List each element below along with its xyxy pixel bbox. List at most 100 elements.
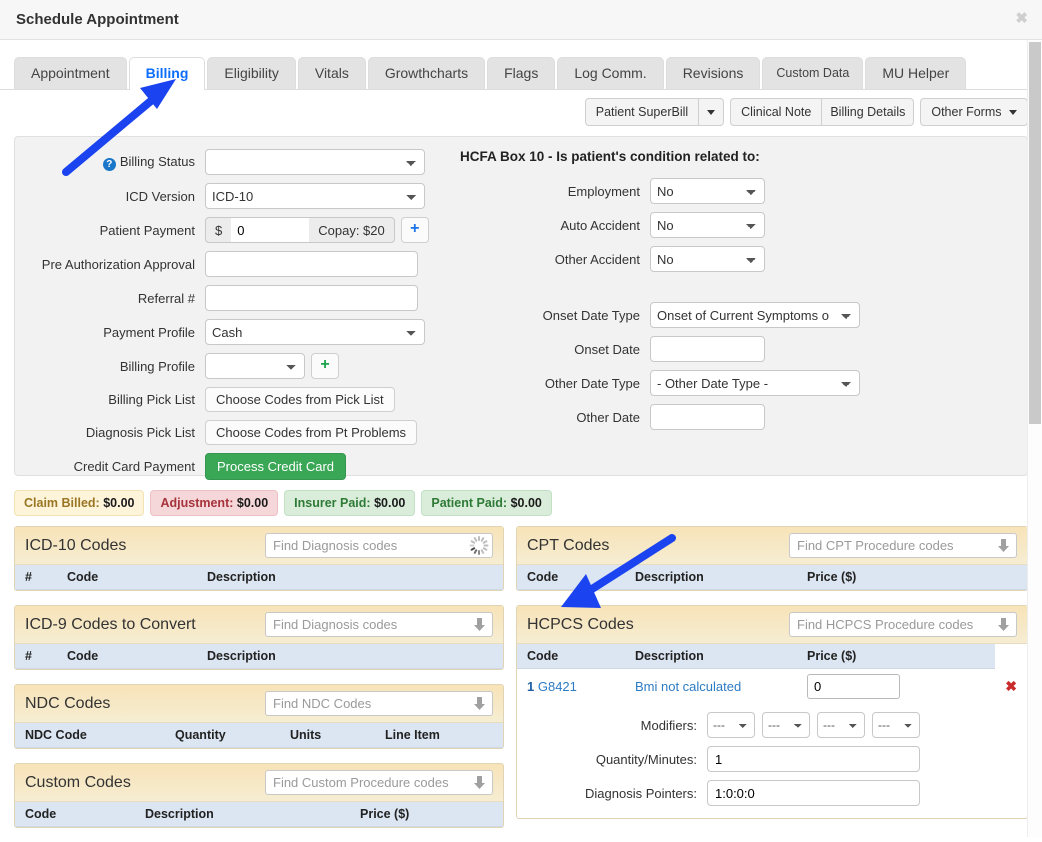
icd-version-select[interactable]: ICD-10 bbox=[205, 183, 425, 210]
choose-codes-from-pt-problems-button[interactable]: Choose Codes from Pt Problems bbox=[205, 420, 418, 446]
tab-vitals[interactable]: Vitals bbox=[297, 56, 366, 89]
employment-select[interactable]: No bbox=[650, 178, 765, 205]
field-pre-authorization: Pre Authorization Approval bbox=[15, 251, 460, 278]
tab-mu-helper[interactable]: MU Helper bbox=[865, 56, 967, 89]
add-payment-button[interactable]: + bbox=[400, 217, 429, 244]
col-code: Code bbox=[57, 644, 197, 670]
help-icon[interactable]: ? bbox=[102, 157, 116, 171]
cpt-search-input[interactable] bbox=[789, 533, 1017, 559]
billing-status-select[interactable] bbox=[205, 149, 425, 176]
billing-fields-column: ? Billing Status ICD Version ICD-10 Patie… bbox=[15, 137, 460, 481]
ndc-search-input[interactable] bbox=[265, 691, 493, 717]
superbill-button-group: Patient SuperBill bbox=[584, 98, 725, 127]
code-panels-left: ICD-10 Codes # Code Description bbox=[14, 526, 504, 842]
col-description: Description bbox=[135, 802, 350, 828]
pre-authorization-input[interactable] bbox=[205, 251, 418, 278]
pre-authorization-label: Pre Authorization Approval bbox=[41, 256, 195, 272]
col-units: Units bbox=[280, 723, 375, 749]
onset-date-type-select[interactable]: Onset of Current Symptoms o bbox=[650, 302, 860, 329]
delete-row-icon[interactable]: ✖ bbox=[1005, 678, 1017, 694]
scrollbar-thumb[interactable] bbox=[1029, 42, 1041, 424]
choose-codes-from-pick-list-button[interactable]: Choose Codes from Pick List bbox=[205, 387, 395, 413]
custom-search-input[interactable] bbox=[265, 770, 493, 796]
superbill-dropdown-toggle[interactable] bbox=[699, 98, 725, 127]
status-badge-insurer-paid: Insurer Paid: $0.00 bbox=[284, 490, 416, 517]
tab-custom-data[interactable]: Custom Data bbox=[762, 57, 864, 89]
insurer-paid-amount: $0.00 bbox=[374, 496, 406, 511]
col-code: Code bbox=[517, 565, 625, 591]
referral-input[interactable] bbox=[205, 285, 418, 312]
hcpcs-search-input[interactable] bbox=[789, 612, 1017, 638]
modifier-select-3[interactable]: --- bbox=[817, 712, 865, 739]
tab-flags[interactable]: Flags bbox=[487, 56, 556, 89]
other-forms-button[interactable]: Other Forms bbox=[920, 98, 1028, 127]
col-description: Description bbox=[625, 565, 797, 591]
field-billing-profile: Billing Profile + bbox=[15, 353, 460, 380]
icd9-search-input[interactable] bbox=[265, 612, 493, 638]
other-date-type-select[interactable]: - Other Date Type - bbox=[650, 370, 860, 397]
diagnosis-pointers-label: Diagnosis Pointers: bbox=[585, 785, 697, 801]
billing-form-panel: ? Billing Status ICD Version ICD-10 Patie… bbox=[14, 136, 1028, 481]
cpt-panel-title: CPT Codes bbox=[527, 536, 610, 554]
payment-profile-select[interactable]: Cash bbox=[205, 319, 425, 346]
modifier-select-4[interactable]: --- bbox=[872, 712, 920, 739]
process-credit-card-button[interactable]: Process Credit Card bbox=[205, 453, 347, 481]
patient-payment-group: $ Copay: $20 bbox=[205, 217, 395, 244]
other-date-input[interactable] bbox=[650, 404, 765, 431]
hcfa-heading: HCFA Box 10 - Is patient's condition rel… bbox=[460, 149, 760, 165]
col-description: Description bbox=[197, 644, 503, 670]
col-price: Price ($) bbox=[350, 802, 503, 828]
icd9-table: # Code Description bbox=[15, 644, 503, 670]
tab-log-comm[interactable]: Log Comm. bbox=[557, 56, 664, 89]
col-description: Description bbox=[625, 644, 797, 670]
hcpcs-description-link[interactable]: Bmi not calculated bbox=[635, 679, 741, 694]
cpt-search-box bbox=[789, 533, 1017, 559]
patient-payment-input[interactable] bbox=[231, 217, 310, 244]
chevron-down-icon bbox=[1009, 110, 1017, 116]
other-date-label: Other Date bbox=[576, 409, 640, 425]
ndc-search-box bbox=[265, 691, 493, 717]
vertical-scrollbar[interactable] bbox=[1027, 40, 1042, 837]
cpt-table: Code Description Price ($) bbox=[517, 565, 1027, 591]
note-button-group: Clinical Note Billing Details bbox=[730, 98, 915, 127]
custom-search-box bbox=[265, 770, 493, 796]
adjustment-amount: $0.00 bbox=[236, 496, 269, 511]
icd10-search-input[interactable] bbox=[265, 533, 493, 559]
hcpcs-price-input[interactable] bbox=[807, 674, 900, 700]
auto-accident-select[interactable]: No bbox=[650, 212, 765, 239]
onset-date-input[interactable] bbox=[650, 336, 765, 363]
modifier-select-1[interactable]: --- bbox=[707, 712, 755, 739]
hcpcs-diagnosis-pointers-row: Diagnosis Pointers: bbox=[517, 776, 1027, 818]
tab-eligibility[interactable]: Eligibility bbox=[207, 56, 296, 89]
tab-revisions[interactable]: Revisions bbox=[665, 56, 761, 89]
close-icon[interactable]: ✖ bbox=[1015, 11, 1028, 26]
ndc-panel-title: NDC Codes bbox=[25, 694, 111, 712]
field-other-date-type: Other Date Type - Other Date Type - bbox=[460, 370, 1027, 397]
add-billing-profile-button[interactable]: + bbox=[311, 353, 339, 380]
table-header-row: NDC Code Quantity Units Line Item bbox=[15, 723, 503, 749]
quantity-minutes-input[interactable] bbox=[707, 746, 920, 773]
billing-profile-select[interactable] bbox=[205, 353, 305, 380]
other-accident-select[interactable]: No bbox=[650, 246, 765, 273]
tab-bar: Appointment Billing Eligibility Vitals G… bbox=[0, 50, 1042, 90]
auto-accident-label: Auto Accident bbox=[560, 217, 641, 233]
table-header-row: Code Description Price ($) bbox=[517, 644, 1027, 670]
panel-icd9-codes: ICD-9 Codes to Convert # Code Descriptio… bbox=[14, 605, 504, 671]
diagnosis-pointers-input[interactable] bbox=[707, 780, 920, 807]
patient-superbill-button[interactable]: Patient SuperBill bbox=[584, 98, 700, 127]
forms-toolbar: Patient SuperBill Clinical Note Billing … bbox=[0, 90, 1042, 127]
tab-appointment[interactable]: Appointment bbox=[14, 56, 127, 89]
field-diagnosis-pick-list: Diagnosis Pick List Choose Codes from Pt… bbox=[15, 420, 460, 446]
billing-profile-label: Billing Profile bbox=[119, 358, 195, 374]
clinical-note-button[interactable]: Clinical Note bbox=[730, 98, 823, 127]
modifier-select-2[interactable]: --- bbox=[762, 712, 810, 739]
field-billing-status: ? Billing Status bbox=[15, 149, 460, 176]
employment-label: Employment bbox=[567, 183, 640, 199]
tab-billing[interactable]: Billing bbox=[128, 56, 206, 90]
billing-details-button[interactable]: Billing Details bbox=[822, 98, 915, 127]
hcpcs-code-link[interactable]: G8421 bbox=[538, 679, 577, 694]
hcpcs-search-box bbox=[789, 612, 1017, 638]
tab-growthcharts[interactable]: Growthcharts bbox=[367, 56, 486, 89]
quantity-label: Quantity/Minutes: bbox=[595, 751, 697, 767]
hcpcs-table: Code Description Price ($) 1 G8421 Bmi n… bbox=[517, 644, 1027, 704]
